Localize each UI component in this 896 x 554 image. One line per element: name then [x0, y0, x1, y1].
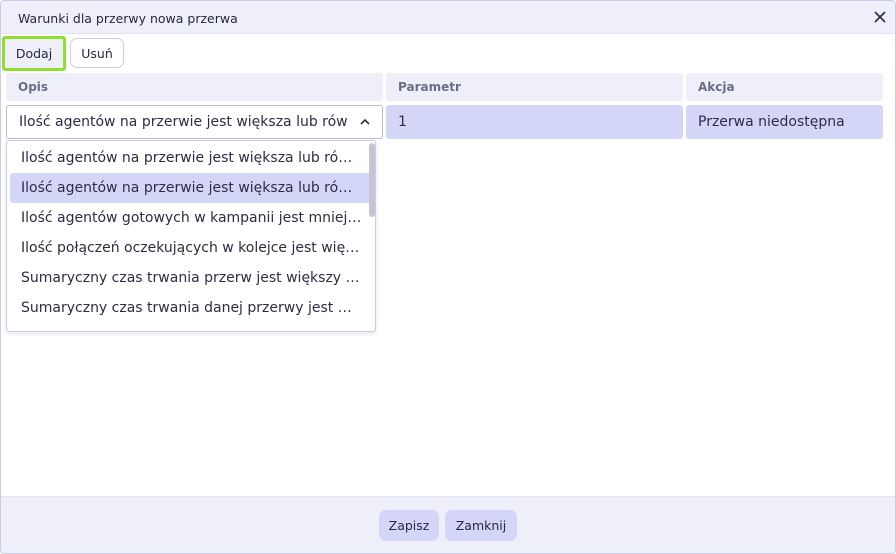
parameter-cell[interactable]: 1 — [386, 105, 683, 139]
close-button[interactable]: Zamknij — [445, 510, 517, 541]
dropdown-option-label: Sumaryczny czas trwania danej przerwy je… — [21, 300, 363, 316]
dropdown-option[interactable]: Sumaryczny czas trwania danej przerwy je… — [10, 293, 370, 323]
dropdown-option[interactable]: Ilość agentów gotowych w kampanii jest m… — [10, 203, 370, 233]
dropdown-option[interactable]: Ilość agentów na przerwie jest większa l… — [10, 143, 370, 173]
action-cell[interactable]: Przerwa niedostępna — [686, 105, 883, 139]
dropdown-option-label: Sumaryczny czas trwania przerw jest więk… — [21, 270, 363, 286]
dropdown-option-label: Ilość agentów na przerwie jest większa l… — [21, 150, 363, 166]
add-button[interactable]: Dodaj — [2, 36, 66, 71]
column-header-akcja: Akcja — [686, 73, 883, 101]
dropdown-option-label: Ilość agentów gotowych w kampanii jest m… — [21, 210, 363, 226]
close-icon[interactable] — [871, 8, 889, 26]
dropdown-option-label: Ilość agentów na przerwie jest większa l… — [21, 180, 363, 196]
description-dropdown-list: Ilość agentów na przerwie jest większa l… — [6, 140, 376, 332]
dropdown-option-selected[interactable]: Ilość agentów na przerwie jest większa l… — [10, 173, 370, 203]
dropdown-option[interactable]: Ilość połączeń oczekujących w kolejce je… — [10, 233, 370, 263]
description-select[interactable]: Ilość agentów na przerwie jest większa l… — [6, 105, 383, 139]
chevron-up-icon[interactable] — [358, 115, 372, 129]
dropdown-option-label: Ilość połączeń oczekujących w kolejce je… — [21, 240, 363, 256]
save-button[interactable]: Zapisz — [379, 510, 439, 541]
conditions-dialog: Warunki dla przerwy nowa przerwa Dodaj U… — [0, 0, 896, 554]
dialog-title: Warunki dla przerwy nowa przerwa — [18, 11, 238, 26]
column-header-parametr: Parametr — [386, 73, 683, 101]
remove-button[interactable]: Usuń — [70, 38, 124, 68]
dropdown-scrollbar[interactable] — [369, 143, 375, 217]
dialog-titlebar: Warunki dla przerwy nowa przerwa — [1, 1, 895, 34]
dropdown-option[interactable]: Sumaryczny czas trwania przerw jest więk… — [10, 263, 370, 293]
column-header-opis: Opis — [6, 73, 383, 101]
description-select-value: Ilość agentów na przerwie jest większa l… — [19, 114, 348, 130]
